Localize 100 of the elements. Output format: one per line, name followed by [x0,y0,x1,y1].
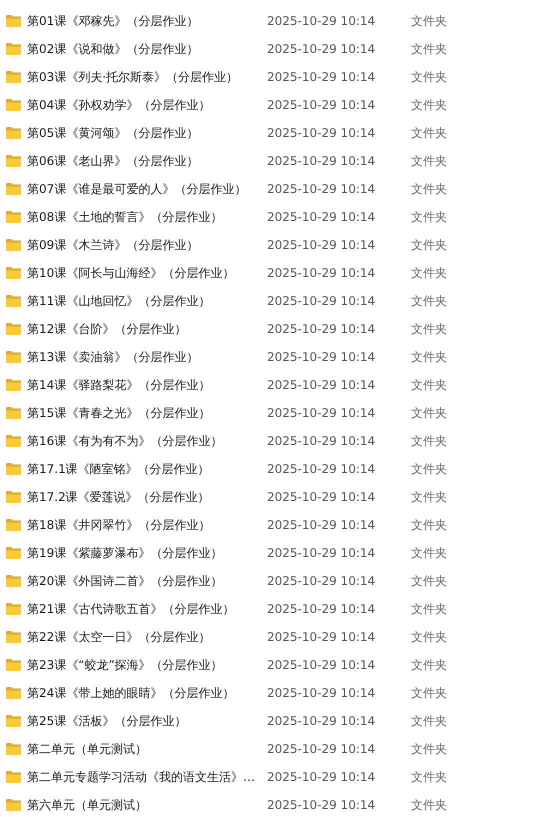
folder-icon [6,631,21,643]
file-name[interactable]: 第25课《活板》（分层作业） [27,712,186,730]
file-type: 文件夹 [411,488,447,506]
modified-date: 2025-10-29 10:14 [267,798,376,812]
folder-icon [6,799,21,811]
file-type: 文件夹 [411,656,447,674]
folder-icon [6,603,21,615]
file-name[interactable]: 第01课《邓稼先》（分层作业） [27,12,198,30]
folder-icon [6,519,21,531]
folder-icon [6,687,21,699]
file-type: 文件夹 [411,68,447,86]
folder-icon [6,575,21,587]
modified-date: 2025-10-29 10:14 [267,98,376,112]
file-name[interactable]: 第二单元（单元测试） [27,740,147,758]
folder-icon [6,15,21,27]
modified-date: 2025-10-29 10:14 [267,70,376,84]
file-name[interactable]: 第13课《卖油翁》（分层作业） [27,348,198,366]
file-name[interactable]: 第07课《谁是最可爱的人》（分层作业） [27,180,246,198]
file-type: 文件夹 [411,768,447,786]
file-name[interactable]: 第20课《外国诗二首》（分层作业） [27,572,222,590]
folder-icon [6,771,21,783]
file-name[interactable]: 第04课《孙权劝学》（分层作业） [27,96,210,114]
modified-date: 2025-10-29 10:14 [267,210,376,224]
file-name[interactable]: 第17.2课《爱莲说》（分层作业） [27,488,210,506]
file-name[interactable]: 第05课《黄河颂》（分层作业） [27,124,198,142]
file-type: 文件夹 [411,740,447,758]
folder-icon [6,155,21,167]
modified-date: 2025-10-29 10:14 [267,714,376,728]
folder-icon [6,267,21,279]
modified-date: 2025-10-29 10:14 [267,658,376,672]
file-name[interactable]: 第12课《台阶》（分层作业） [27,320,186,338]
file-name[interactable]: 第09课《木兰诗》（分层作业） [27,236,198,254]
modified-date: 2025-10-29 10:14 [267,546,376,560]
folder-icon [6,43,21,55]
file-name[interactable]: 第11课《山地回忆》（分层作业） [27,292,210,310]
folder-icon [6,211,21,223]
file-type: 文件夹 [411,544,447,562]
file-type: 文件夹 [411,264,447,282]
modified-date: 2025-10-29 10:14 [267,686,376,700]
file-name[interactable]: 第17.1课《陋室铭》（分层作业） [27,460,210,478]
file-type: 文件夹 [411,600,447,618]
file-name[interactable]: 第14课《驿路梨花》（分层作业） [27,376,210,394]
file-type: 文件夹 [411,124,447,142]
modified-date: 2025-10-29 10:14 [267,14,376,28]
file-name[interactable]: 第03课《列夫·托尔斯泰》（分层作业） [27,68,238,86]
file-name[interactable]: 第08课《土地的誓言》（分层作业） [27,208,222,226]
folder-icon [6,379,21,391]
file-name[interactable]: 第21课《古代诗歌五首》（分层作业） [27,600,234,618]
file-type: 文件夹 [411,712,447,730]
modified-date: 2025-10-29 10:14 [267,602,376,616]
file-type: 文件夹 [411,516,447,534]
folder-icon [6,295,21,307]
file-name[interactable]: 第16课《有为有不为》（分层作业） [27,432,222,450]
modified-date: 2025-10-29 10:14 [267,378,376,392]
modified-date: 2025-10-29 10:14 [267,266,376,280]
file-type: 文件夹 [411,180,447,198]
folder-icon [6,463,21,475]
folder-icon [6,743,21,755]
folder-icon [6,239,21,251]
modified-date: 2025-10-29 10:14 [267,182,376,196]
file-name[interactable]: 第六单元（单元测试） [27,796,147,814]
modified-date: 2025-10-29 10:14 [267,322,376,336]
file-name[interactable]: 第22课《太空一日》（分层作业） [27,628,210,646]
folder-icon [6,715,21,727]
file-name[interactable]: 第02课《说和做》（分层作业） [27,40,198,58]
file-type: 文件夹 [411,432,447,450]
modified-date: 2025-10-29 10:14 [267,574,376,588]
modified-date: 2025-10-29 10:14 [267,742,376,756]
folder-icon [6,99,21,111]
modified-date: 2025-10-29 10:14 [267,406,376,420]
file-type: 文件夹 [411,40,447,58]
modified-date: 2025-10-29 10:14 [267,294,376,308]
folder-icon [6,659,21,671]
file-type: 文件夹 [411,292,447,310]
file-type: 文件夹 [411,684,447,702]
file-type: 文件夹 [411,208,447,226]
file-name[interactable]: 第15课《青春之光》（分层作业） [27,404,210,422]
file-name[interactable]: 第19课《紫藤萝瀑布》（分层作业） [27,544,222,562]
file-name[interactable]: 第24课《带上她的眼睛》（分层作业） [27,684,234,702]
file-type: 文件夹 [411,460,447,478]
modified-date: 2025-10-29 10:14 [267,490,376,504]
modified-date: 2025-10-29 10:14 [267,630,376,644]
file-type: 文件夹 [411,376,447,394]
file-type: 文件夹 [411,12,447,30]
file-name[interactable]: 第06课《老山界》（分层作业） [27,152,198,170]
file-name[interactable]: 第10课《阿长与山海经》（分层作业） [27,264,234,282]
file-name[interactable]: 第二单元专题学习活动《我的语文生活》… [27,768,255,786]
modified-date: 2025-10-29 10:14 [267,238,376,252]
file-type: 文件夹 [411,572,447,590]
file-name[interactable]: 第18课《井冈翠竹》（分层作业） [27,516,210,534]
modified-date: 2025-10-29 10:14 [267,42,376,56]
file-type: 文件夹 [411,236,447,254]
folder-icon [6,547,21,559]
folder-icon [6,127,21,139]
modified-date: 2025-10-29 10:14 [267,434,376,448]
folder-icon [6,183,21,195]
folder-icon [6,323,21,335]
folder-icon [6,491,21,503]
file-name[interactable]: 第23课《“蛟龙”探海》（分层作业） [27,656,223,674]
folder-icon [6,407,21,419]
